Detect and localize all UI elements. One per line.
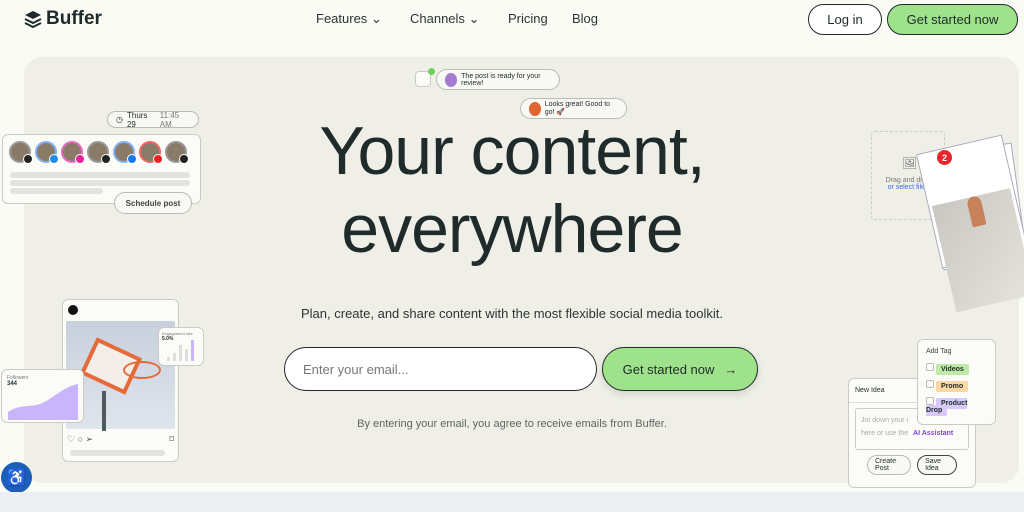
avatar [35, 141, 59, 164]
brand-name: Buffer [46, 8, 102, 29]
buffer-logo[interactable]: Buffer [24, 8, 102, 30]
accessibility-icon[interactable]: ♿ [1, 462, 32, 493]
avatar [87, 141, 111, 164]
avatar [113, 141, 137, 164]
clock-icon: ◷ [116, 115, 123, 124]
avatar [61, 141, 85, 164]
channel-avatars [3, 135, 200, 169]
avatar [139, 141, 163, 164]
chat-message: Looks great! Good to go! 🚀 [544, 101, 611, 116]
tag-option[interactable]: Promo [926, 380, 987, 392]
buffer-stack-icon [24, 11, 42, 28]
add-tag-menu: Add Tag Videos Promo Product Drop [917, 339, 996, 425]
threads-icon [68, 305, 78, 315]
avatar [165, 141, 189, 164]
avatar [529, 101, 541, 116]
nav-channels[interactable]: Channels ⌄ [410, 11, 479, 27]
chevron-down-icon: ⌄ [468, 11, 480, 26]
login-button[interactable]: Log in [808, 4, 882, 35]
ai-assistant-button[interactable]: AI Assistant [910, 429, 957, 438]
followers-area-chart [8, 384, 78, 420]
nav-features[interactable]: Features ⌄ [316, 11, 382, 27]
get-started-button[interactable]: Get started now → [602, 347, 758, 391]
post-actions-icons: ♡ ○ ➢ [67, 434, 94, 444]
online-dot [428, 68, 435, 75]
email-input[interactable]: Enter your email... [284, 347, 597, 391]
save-idea-button[interactable]: Save Idea [917, 455, 957, 475]
chat-message: The post is ready for your review! [461, 72, 541, 87]
tag-option[interactable]: Videos [926, 363, 987, 375]
avatar [9, 141, 33, 164]
nav-pricing[interactable]: Pricing [508, 11, 548, 26]
tag-option[interactable]: Product Drop [926, 397, 987, 416]
bottom-section [0, 492, 1024, 512]
count-badge: 2 [937, 150, 952, 165]
arrow-right-icon: → [724, 361, 738, 377]
nav-blog[interactable]: Blog [572, 11, 598, 26]
chevron-down-icon: ⌄ [370, 11, 382, 26]
image-icon: 🖼 [902, 156, 918, 170]
followers-card: Followers 344 [1, 369, 84, 423]
get-started-nav-button[interactable]: Get started now [887, 4, 1018, 35]
bookmark-icon: ⌑ [169, 434, 174, 444]
create-post-button[interactable]: Create Post [867, 455, 912, 475]
engagement-card: Engagement rate 5.0% [158, 327, 204, 366]
schedule-post-button[interactable]: Schedule post [114, 192, 192, 214]
avatar [445, 72, 458, 87]
